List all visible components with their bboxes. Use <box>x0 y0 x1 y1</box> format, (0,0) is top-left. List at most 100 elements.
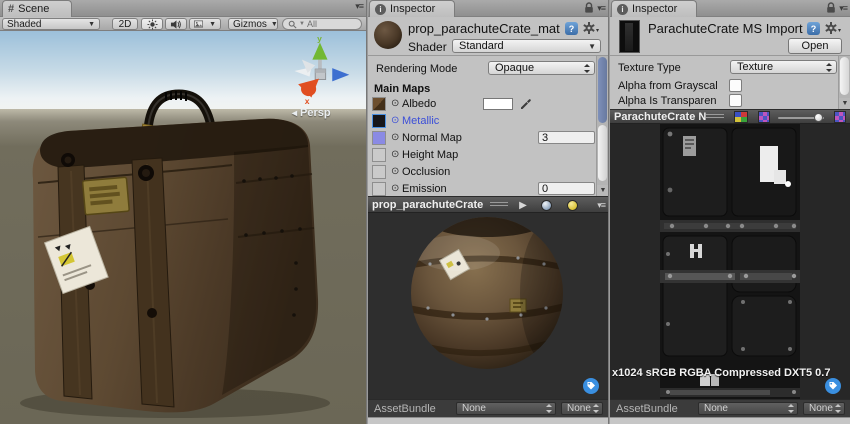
texture-assetbundle-bar: AssetBundle None None <box>610 399 850 417</box>
albedo-color-swatch[interactable] <box>483 98 513 110</box>
alpha-is-transparent-checkbox[interactable] <box>729 94 742 107</box>
scene-viewport[interactable]: y x ◂ Persp <box>0 31 366 424</box>
context-gear-button[interactable]: ▾ <box>825 22 841 34</box>
scroll-down-button[interactable]: ▼ <box>839 98 850 109</box>
material-preview-header: prop_parachuteCrate ▶ ▾≡ <box>368 196 608 213</box>
material-scrollbar[interactable]: ▼ <box>596 56 608 196</box>
alpha-is-transparent-label: Alpha Is Transparen <box>618 95 728 107</box>
assetbundle-dropdown[interactable]: None <box>456 402 556 415</box>
image-icon <box>194 19 203 29</box>
inspector-menu-icon[interactable]: ▾≡ <box>839 4 847 13</box>
audio-toggle-button[interactable] <box>165 18 187 30</box>
preview-drag-handle[interactable] <box>490 202 508 208</box>
shading-mode-label: Shaded <box>7 19 41 30</box>
height-map-thumbnail[interactable] <box>372 148 386 162</box>
texture-import-header: ParachuteCrate MS Import ? ▾ Open <box>610 17 850 56</box>
inspector-menu-icon[interactable]: ▾≡ <box>597 4 605 13</box>
assetbundle-dropdown[interactable]: None <box>698 402 798 415</box>
rgb-channels-button[interactable] <box>734 110 748 124</box>
albedo-target-icon[interactable]: ⊙ <box>391 98 399 109</box>
help-icon[interactable]: ? <box>807 22 820 35</box>
search-icon <box>288 20 297 29</box>
metallic-texture-thumbnail[interactable] <box>372 114 386 128</box>
normal-map-label: Normal Map <box>402 132 462 144</box>
albedo-map-label: Albedo <box>402 98 436 110</box>
lock-icon[interactable] <box>584 2 594 14</box>
sphere-icon <box>541 200 552 211</box>
slider-knob[interactable] <box>814 113 823 122</box>
unity-editor-window: # Scene ▾≡ Shaded ▼ 2D <box>0 0 850 424</box>
alpha-from-grayscale-label: Alpha from Grayscal <box>618 80 728 92</box>
assetbundle-tag-button[interactable] <box>583 378 599 394</box>
normal-map-thumbnail[interactable] <box>372 131 386 145</box>
occlusion-map-thumbnail[interactable] <box>372 165 386 179</box>
scene-pane-menu-icon[interactable]: ▾≡ <box>355 2 363 11</box>
preview-menu-button[interactable]: ▾≡ <box>597 198 605 212</box>
shader-dropdown[interactable]: Standard ▼ <box>452 39 601 53</box>
effects-dropdown-button[interactable]: ▼ <box>189 18 221 30</box>
tab-inspector-texture[interactable]: i Inspector <box>611 0 697 17</box>
assetbundle-variant-dropdown[interactable]: None <box>803 402 845 415</box>
toggle-2d-button[interactable]: 2D <box>112 18 138 30</box>
normal-map-icon[interactable]: ⊙ <box>391 132 399 143</box>
lighting-toggle-button[interactable] <box>141 18 163 30</box>
open-button[interactable]: Open <box>788 38 842 54</box>
preview-drag-handle[interactable] <box>706 114 724 120</box>
scroll-down-button[interactable]: ▼ <box>597 185 608 196</box>
emission-map-thumbnail[interactable] <box>372 182 386 196</box>
axis-y-cone[interactable] <box>312 43 327 60</box>
axis-z-cone[interactable] <box>332 68 349 81</box>
assetbundle-variant-dropdown[interactable]: None <box>561 402 603 415</box>
metallic-map-icon[interactable]: ⊙ <box>391 115 399 126</box>
alpha-channel-button[interactable] <box>758 110 770 124</box>
sun-icon <box>147 19 158 30</box>
material-inspector-tabbar: i Inspector ▾≡ <box>368 0 608 17</box>
tab-scene[interactable]: # Scene <box>2 0 72 17</box>
material-preview-area[interactable] <box>368 213 608 399</box>
speaker-icon <box>170 19 182 30</box>
lock-icon[interactable] <box>826 2 836 14</box>
material-preview-sphere <box>368 213 608 399</box>
preview-light-button[interactable] <box>563 198 581 212</box>
mipmap-button[interactable] <box>834 110 846 124</box>
eyedropper-icon[interactable] <box>520 98 532 110</box>
texture-type-dropdown[interactable]: Texture <box>730 60 837 74</box>
context-gear-button[interactable]: ▾ <box>583 22 599 34</box>
projection-toggle[interactable]: ◂ Persp <box>292 107 331 119</box>
texture-type-label: Texture Type <box>618 62 681 74</box>
tab-inspector-material[interactable]: i Inspector <box>369 0 455 17</box>
material-sphere-thumbnail[interactable] <box>374 21 402 49</box>
mip-level-slider[interactable] <box>778 117 824 119</box>
occlusion-map-icon[interactable]: ⊙ <box>391 166 399 177</box>
texture-preview-title: ParachuteCrate N <box>614 111 706 123</box>
chevron-down-icon: ▼ <box>588 42 596 51</box>
gizmos-dropdown[interactable]: Gizmos ▼ <box>228 18 278 30</box>
tag-icon <box>586 381 596 391</box>
emission-map-icon[interactable]: ⊙ <box>391 183 399 194</box>
emission-value-field[interactable]: 0 <box>538 182 595 195</box>
texture-preview-area[interactable]: x1024 sRGB RGBA Compressed DXT5 0.7 <box>610 124 850 399</box>
albedo-texture-thumbnail[interactable] <box>372 97 386 111</box>
texture-settings-scrollbar[interactable]: ▼ <box>838 56 850 109</box>
texture-thumbnail[interactable] <box>619 20 640 53</box>
orientation-gizmo[interactable]: y x <box>283 35 355 107</box>
alpha-from-grayscale-checkbox[interactable] <box>729 79 742 92</box>
scene-search-input[interactable]: ▼ All <box>282 18 362 30</box>
normal-map-value-field[interactable]: 3 <box>538 131 595 144</box>
help-icon[interactable]: ? <box>565 22 578 35</box>
enum-updown-icon <box>592 404 599 413</box>
assetbundle-tag-button[interactable] <box>825 378 841 394</box>
height-map-icon[interactable]: ⊙ <box>391 149 399 160</box>
rendering-mode-dropdown[interactable]: Opaque <box>488 61 595 75</box>
height-map-label: Height Map <box>402 149 458 161</box>
gear-caret-icon: ▾ <box>838 27 841 34</box>
scene-toolbar: Shaded ▼ 2D <box>0 17 366 31</box>
axis-y-label: y <box>317 35 322 44</box>
scene-tabbar: # Scene ▾≡ <box>0 0 366 17</box>
scene-panel: # Scene ▾≡ Shaded ▼ 2D <box>0 0 366 424</box>
preview-play-button[interactable]: ▶ <box>513 198 533 212</box>
preview-shape-button[interactable] <box>537 198 555 212</box>
search-value: All <box>307 19 317 29</box>
enum-updown-icon <box>583 64 590 73</box>
shading-mode-dropdown[interactable]: Shaded ▼ <box>2 18 100 30</box>
